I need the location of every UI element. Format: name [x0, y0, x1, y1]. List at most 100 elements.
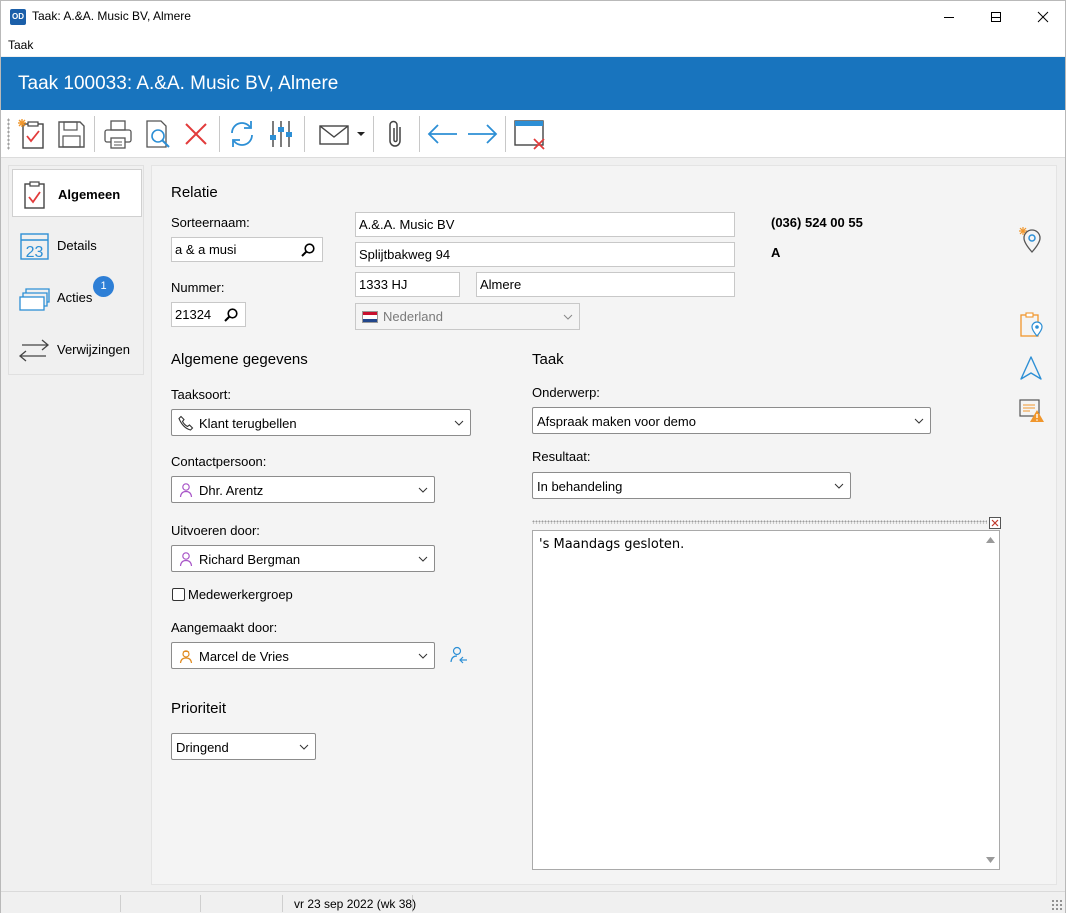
new-task-button[interactable]	[14, 116, 50, 152]
previous-button[interactable]	[425, 116, 461, 152]
contactpersoon-value: Dhr. Arentz	[199, 483, 264, 498]
navigation-arrow-icon[interactable]	[1018, 354, 1044, 382]
toolbar-separator	[219, 116, 220, 152]
clipboard-location-icon[interactable]	[1018, 311, 1044, 339]
chevron-down-icon	[563, 314, 573, 320]
app-logo-icon: OD	[10, 9, 26, 25]
status-date: vr 23 sep 2022 (wk 38)	[294, 897, 417, 911]
print-button[interactable]	[100, 116, 136, 152]
phone-number: (036) 524 00 55	[771, 215, 863, 230]
chevron-down-icon	[418, 556, 428, 562]
aangemaakt-select[interactable]: Marcel de Vries	[171, 642, 435, 669]
person-icon	[179, 552, 193, 567]
side-navigation: Algemeen 23 Details Acties 1 Verwijzinge…	[8, 165, 144, 375]
print-preview-icon	[146, 120, 170, 148]
section-title-prioriteit: Prioriteit	[171, 700, 227, 717]
search-icon[interactable]	[300, 242, 316, 258]
next-arrow-icon	[468, 124, 498, 144]
aangemaakt-label: Aangemaakt door:	[171, 620, 278, 635]
minimize-button-ctl[interactable]	[926, 1, 972, 32]
mail-dropdown-button[interactable]	[353, 116, 369, 152]
contactpersoon-select[interactable]: Dhr. Arentz	[171, 476, 435, 503]
toolbar-separator	[94, 116, 95, 152]
page-title: Taak 100033: A.&A. Music BV, Almere	[18, 73, 339, 94]
city-field[interactable]: Almere	[476, 272, 735, 297]
nav-item-algemeen[interactable]: Algemeen	[12, 169, 142, 217]
scroll-up-icon[interactable]	[986, 537, 995, 543]
toolbar	[1, 110, 1065, 158]
nav-label: Verwijzingen	[57, 342, 130, 357]
memo-scrollbar[interactable]	[982, 531, 999, 869]
delete-icon	[185, 123, 207, 145]
new-location-icon[interactable]	[1018, 226, 1044, 254]
chevron-down-icon	[418, 653, 428, 659]
toolbar-separator	[304, 116, 305, 152]
taaksoort-label: Taaksoort:	[171, 387, 231, 402]
close-button[interactable]	[1020, 1, 1066, 32]
close-window-icon	[514, 120, 545, 150]
mail-icon	[319, 125, 349, 145]
nav-item-details[interactable]: 23 Details	[12, 221, 142, 269]
contactpersoon-label: Contactpersoon:	[171, 454, 267, 469]
country-select[interactable]: Nederland	[355, 303, 580, 330]
stack-icon	[19, 288, 50, 311]
resultaat-select[interactable]: In behandeling	[532, 472, 851, 499]
resultaat-label: Resultaat:	[532, 449, 591, 464]
section-title-taak: Taak	[532, 351, 564, 368]
mail-button[interactable]	[313, 116, 355, 152]
relation-name-field[interactable]: A.&.A. Music BV	[355, 212, 735, 237]
delete-button[interactable]	[178, 116, 214, 152]
toolbar-grip[interactable]	[7, 118, 10, 150]
nummer-value: 21324	[175, 307, 212, 322]
memo-resize-grip[interactable]	[532, 520, 987, 524]
nav-label: Acties	[57, 290, 93, 305]
nummer-field[interactable]: 21324	[171, 302, 246, 327]
section-title-algemeen: Algemene gegevens	[171, 351, 308, 368]
phone-icon	[178, 415, 194, 431]
postcode-field[interactable]: 1333 HJ	[355, 272, 460, 297]
sorteernaam-field[interactable]: a & a musi	[171, 237, 323, 262]
maximize-button-ctl[interactable]	[973, 1, 1019, 32]
settings-sliders-icon	[270, 121, 292, 147]
prioriteit-select[interactable]: Dringend	[171, 733, 316, 760]
close-window-button[interactable]	[511, 116, 547, 152]
assign-person-icon[interactable]	[449, 645, 469, 665]
memo-textarea[interactable]: 's Maandags gesloten.	[532, 530, 1000, 870]
attachment-icon	[389, 120, 401, 147]
sorteernaam-value: a & a musi	[175, 242, 237, 257]
worker-person-icon	[179, 650, 193, 664]
chevron-down-icon	[454, 420, 464, 426]
attachment-button[interactable]	[378, 116, 414, 152]
relation-code: A	[771, 245, 781, 260]
menu-item-taak[interactable]: Taak	[8, 38, 33, 52]
uitvoeren-select[interactable]: Richard Bergman	[171, 545, 435, 572]
print-preview-button[interactable]	[139, 116, 175, 152]
print-icon	[104, 120, 132, 149]
street-field[interactable]: Splijtbakweg 94	[355, 242, 735, 267]
page-header: Taak 100033: A.&A. Music BV, Almere	[1, 57, 1065, 110]
window-title: Taak: A.&A. Music BV, Almere	[32, 9, 191, 23]
nav-item-acties[interactable]: Acties 1	[12, 273, 142, 321]
clipboard-check-icon	[24, 181, 45, 209]
section-title-relatie: Relatie	[171, 184, 218, 201]
status-bar: vr 23 sep 2022 (wk 38)	[1, 891, 1065, 913]
scroll-down-icon[interactable]	[986, 857, 995, 863]
save-button[interactable]	[53, 116, 89, 152]
refresh-button[interactable]	[224, 116, 260, 152]
refresh-icon	[231, 121, 253, 147]
nav-item-verwijzingen[interactable]: Verwijzingen	[12, 325, 142, 373]
menu-bar: Taak	[1, 32, 1065, 56]
chevron-down-icon	[418, 487, 428, 493]
sorteernaam-label: Sorteernaam:	[171, 215, 250, 230]
save-icon	[58, 121, 85, 148]
expand-memo-icon[interactable]	[989, 517, 1001, 529]
next-button[interactable]	[464, 116, 500, 152]
search-icon[interactable]	[223, 307, 239, 323]
resize-grip[interactable]	[1051, 899, 1063, 911]
medewerkergroep-checkbox[interactable]	[172, 588, 185, 601]
taaksoort-select[interactable]: Klant terugbellen	[171, 409, 471, 436]
onderwerp-select[interactable]: Afspraak maken voor demo	[532, 407, 931, 434]
document-warning-icon[interactable]	[1018, 396, 1044, 424]
aangemaakt-value: Marcel de Vries	[199, 649, 289, 664]
settings-button[interactable]	[263, 116, 299, 152]
